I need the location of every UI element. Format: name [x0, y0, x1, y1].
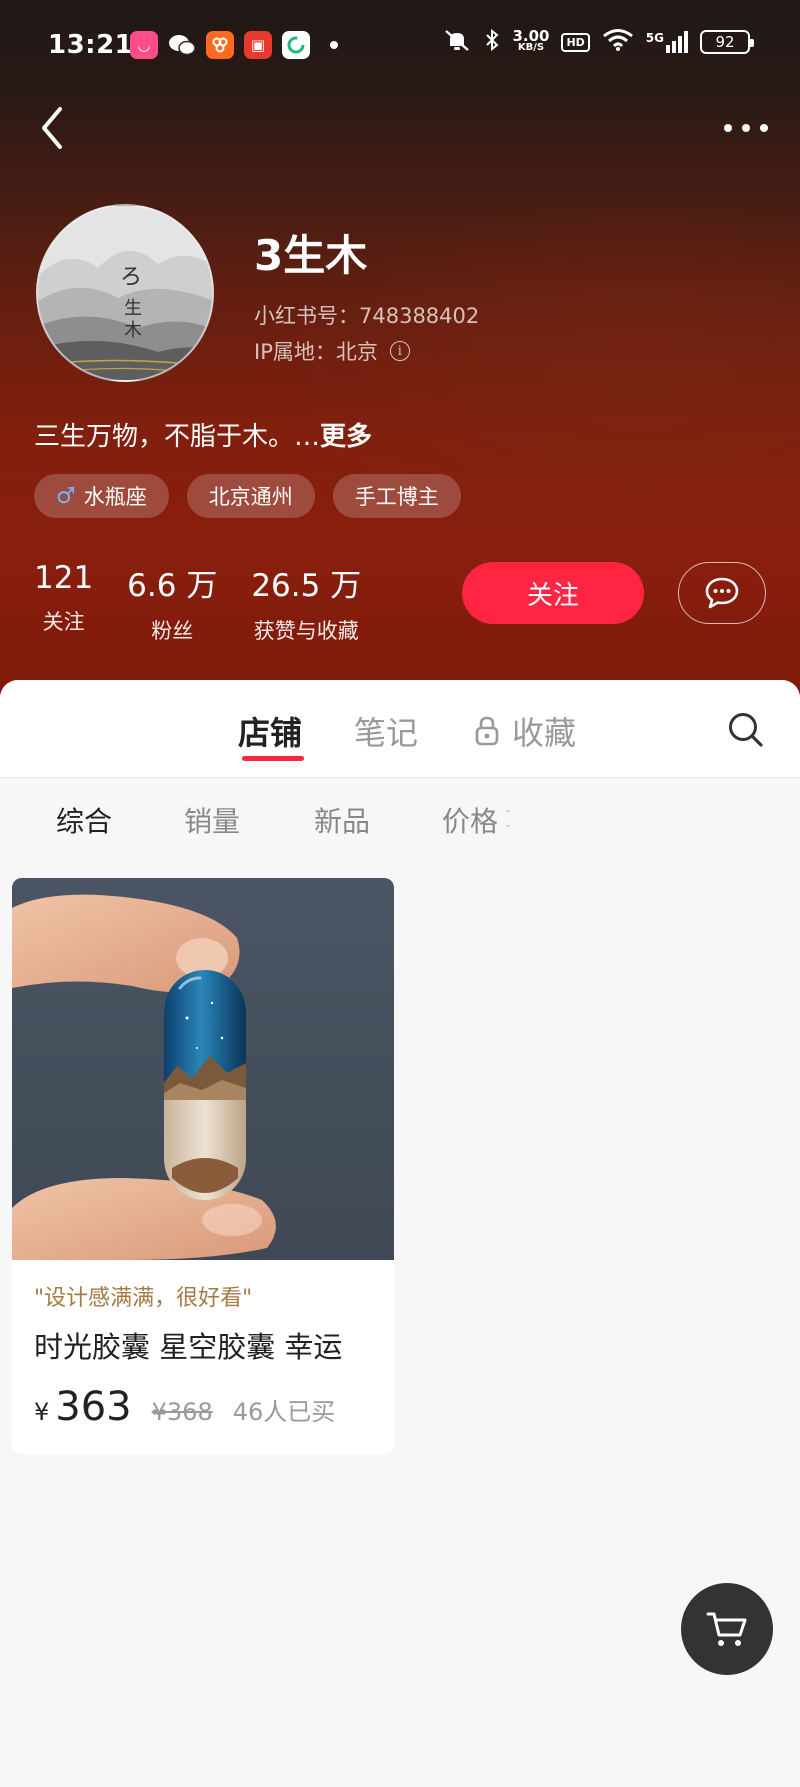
sort-filter-bar: 综合 销量 新品 价格 ⌃ ⌄ [0, 779, 800, 861]
tab-label: 笔记 [354, 714, 419, 752]
profile-id: 小红书号：748388402 [254, 304, 480, 328]
profile-stats: 121 关注 6.6 万 粉丝 26.5 万 获赞与收藏 [34, 560, 361, 645]
product-title: 时光胶囊 星空胶囊 幸运 [34, 1330, 343, 1364]
profile-tabbar: 店铺 笔记 收藏 [0, 680, 800, 778]
tag-label: 手工博主 [354, 485, 439, 509]
wifi-icon [602, 28, 634, 56]
tag-zodiac[interactable]: ♂ 水瓶座 [34, 474, 169, 518]
tab-collections[interactable]: 收藏 [474, 708, 576, 754]
network-speed-value: 3.00 [512, 27, 550, 45]
avatar-landscape-image: ろ 生 木 [38, 206, 212, 380]
app-notification-icon [206, 31, 234, 59]
profile-nickname: 3生木 [254, 231, 368, 280]
filter-price[interactable]: 价格 ⌃ ⌄ [442, 800, 512, 840]
product-original-price: ¥368 [151, 1398, 213, 1426]
cellular-signal-icon: 5G [646, 31, 688, 53]
shopping-cart-icon [706, 1612, 747, 1646]
info-icon[interactable]: i [389, 341, 410, 361]
stat-label: 获赞与收藏 [253, 619, 359, 643]
chevron-left-icon [42, 107, 62, 149]
bluetooth-icon [484, 28, 500, 56]
search-button[interactable] [726, 710, 766, 750]
chat-bubble-icon [705, 577, 739, 609]
stat-number: 26.5 万 [251, 568, 362, 604]
tag-location[interactable]: 北京通州 [186, 474, 315, 518]
stat-label: 粉丝 [151, 619, 194, 643]
network-type: 5G [645, 31, 664, 45]
mute-icon [442, 28, 472, 56]
network-speed-unit: KB/S [517, 42, 545, 53]
status-system-icons: 3.00 KB/S HD 5G 92 [442, 27, 754, 56]
product-price-row: ¥ 363 ¥368 46人已买 [34, 1384, 335, 1430]
sort-arrows-icon: ⌃ ⌄ [504, 809, 513, 830]
tab-shop[interactable]: 店铺 [238, 708, 302, 754]
filter-label: 价格 [442, 805, 499, 838]
product-review-quote: "设计感满满，很好看" [34, 1286, 253, 1311]
profile-tags: ♂ 水瓶座 北京通州 手工博主 [34, 474, 461, 518]
filter-label: 销量 [184, 805, 241, 838]
filter-sales[interactable]: 销量 [184, 800, 240, 840]
bio-text: 三生万物，不脂于木。… [34, 422, 321, 452]
tag-label: 北京通州 [208, 485, 293, 509]
filter-new[interactable]: 新品 [314, 800, 370, 840]
status-notification-icons: ◡ ▣ [130, 31, 338, 59]
message-button[interactable] [678, 562, 766, 624]
stat-likes-collections[interactable]: 26.5 万 获赞与收藏 [251, 560, 361, 645]
ip-location: IP属地：北京 i [254, 336, 410, 366]
stat-label: 关注 [42, 610, 85, 634]
tab-label: 店铺 [238, 714, 303, 752]
tag-label: 水瓶座 [83, 485, 147, 509]
lock-icon [475, 716, 499, 746]
filter-label: 新品 [314, 805, 371, 838]
filter-comprehensive[interactable]: 综合 [56, 800, 112, 840]
product-sold-count: 46人已买 [232, 1398, 336, 1426]
status-time: 13:21 [48, 30, 134, 60]
svg-text:ろ: ろ [120, 265, 142, 290]
avatar[interactable]: ろ 生 木 [36, 204, 214, 382]
bio-more-link[interactable]: 更多 [320, 422, 372, 452]
svg-text:木: 木 [124, 320, 142, 341]
shopping-cart-button[interactable] [681, 1583, 773, 1675]
ip-location-text: IP属地：北京 [254, 340, 378, 364]
battery-indicator: 92 [700, 30, 754, 54]
product-image [12, 878, 394, 1260]
male-icon: ♂ [56, 483, 76, 509]
app-notification-icon: ◡ [130, 31, 158, 59]
status-bar: 13:21 ◡ ▣ 3.00 KB/S HD 5G 92 [0, 0, 800, 92]
stat-following[interactable]: 121 关注 [34, 560, 93, 645]
tab-notes[interactable]: 笔记 [354, 708, 418, 754]
stat-followers[interactable]: 6.6 万 粉丝 [127, 560, 217, 645]
stat-number: 121 [34, 560, 94, 596]
filter-label: 综合 [56, 805, 113, 838]
product-price: 363 [55, 1384, 132, 1430]
svg-text:生: 生 [124, 298, 142, 319]
stat-number: 6.6 万 [127, 568, 218, 604]
follow-button[interactable]: 关注 [462, 562, 644, 624]
hd-badge: HD [561, 32, 590, 52]
battery-level: 92 [715, 33, 735, 51]
more-dots-icon [724, 124, 768, 132]
search-icon [729, 713, 763, 747]
back-button[interactable] [30, 100, 74, 156]
profile-bio[interactable]: 三生万物，不脂于木。…更多 [34, 416, 372, 453]
more-notifications-dot [330, 41, 338, 49]
app-notification-icon: ▣ [244, 31, 272, 59]
content-panel: 店铺 笔记 收藏 综合 销量 新品 价格 ⌃ ⌄ "设计感满满，很好看" 时光胶… [0, 680, 800, 1787]
active-tab-indicator [242, 756, 304, 761]
tag-category[interactable]: 手工博主 [332, 474, 461, 518]
tab-label: 收藏 [512, 714, 577, 752]
more-options-button[interactable] [718, 110, 774, 146]
app-notification-icon [282, 31, 310, 59]
currency-symbol: ¥ [34, 1398, 50, 1426]
product-card[interactable]: "设计感满满，很好看" 时光胶囊 星空胶囊 幸运 ¥ 363 ¥368 46人已… [12, 878, 394, 1454]
wechat-icon [168, 31, 196, 59]
network-speed: 3.00 KB/S [512, 27, 550, 54]
